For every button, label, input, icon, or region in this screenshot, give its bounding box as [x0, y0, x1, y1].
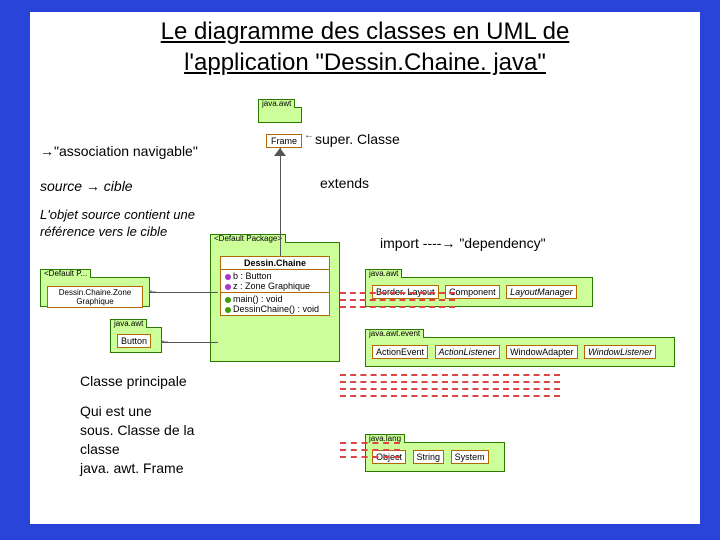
- annot-sous-l4: java. awt. Frame: [80, 460, 183, 476]
- dep-line-evt-3: [340, 388, 560, 390]
- annot-super: super. Classe: [315, 130, 400, 148]
- attr-z: z : Zone Graphique: [225, 281, 325, 291]
- slide-surface: Le diagramme des classes en UML de l'app…: [30, 12, 700, 524]
- class-dessin-chaine: Dessin.Chaine b : Button z : Zone Graphi…: [220, 256, 330, 316]
- annot-import: import ----→ "dependency": [380, 234, 546, 252]
- pkg-tab-default-left: <Default P...: [40, 269, 91, 278]
- class-action-listener: ActionListener: [435, 345, 500, 359]
- annot-sous-l2: sous. Classe de la: [80, 422, 194, 438]
- title-line-1: Le diagramme des classes en UML de: [161, 18, 570, 45]
- title-line-2: l'application "Dessin.Chaine. java": [184, 49, 546, 76]
- assoc-line-zone: [150, 292, 218, 293]
- pkg-tab-awt-event: java.awt.event: [365, 329, 424, 338]
- pkg-tab: java.awt: [258, 99, 295, 108]
- extends-arrowhead-icon: [274, 148, 286, 156]
- method-icon: [225, 297, 231, 303]
- annot-source-cible: source → cible: [40, 177, 133, 195]
- class-window-adapter: WindowAdapter: [506, 345, 578, 359]
- class-layout-manager: LayoutManager: [506, 285, 577, 299]
- dep-line-evt-2: [340, 381, 560, 383]
- pkg-default-left: <Default P... Dessin.Chaine.Zone Graphiq…: [40, 277, 150, 307]
- op-main: main() : void: [225, 294, 325, 304]
- dep-line-awt-1: [340, 292, 455, 294]
- annot-objet-l2: référence vers le cible: [40, 224, 167, 239]
- dep-line-awt-2: [340, 299, 455, 301]
- assoc-arrow-button: ←: [160, 335, 170, 346]
- op-ctor-text: DessinChaine() : void: [233, 304, 319, 314]
- class-zone-left: Dessin.Chaine.Zone Graphique: [47, 286, 143, 308]
- class-button-left: Button: [117, 334, 151, 348]
- class-system: System: [451, 450, 489, 464]
- annot-sous-l1: Qui est une: [80, 403, 152, 419]
- dep-line-lang-3: [340, 456, 400, 458]
- dep-line-evt-4: [340, 395, 560, 397]
- pkg-java-awt-event: java.awt.event ActionEvent ActionListene…: [365, 337, 675, 367]
- class-action-event: ActionEvent: [372, 345, 428, 359]
- assoc-arrow-zone: ←: [148, 285, 158, 296]
- annot-extends: extends: [320, 174, 369, 192]
- extends-line: [280, 148, 281, 256]
- pkg-tab-awt-left: java.awt: [110, 319, 147, 328]
- class-dessin-name: Dessin.Chaine: [221, 257, 329, 270]
- field-icon: [225, 284, 231, 290]
- arrow-left-super: ←: [304, 130, 314, 141]
- dep-line-evt-1: [340, 374, 560, 376]
- field-icon: [225, 274, 231, 280]
- annot-association: →"association navigable": [40, 142, 198, 160]
- slide-title: Le diagramme des classes en UML de l'app…: [30, 12, 700, 78]
- dep-line-lang-2: [340, 449, 400, 451]
- dep-line-lang-1: [340, 442, 400, 444]
- method-icon: [225, 307, 231, 313]
- pkg-tab-awt-right: java.awt: [365, 269, 402, 278]
- op-main-text: main() : void: [233, 294, 283, 304]
- op-ctor: DessinChaine() : void: [225, 304, 325, 314]
- assoc-line-button: [162, 342, 218, 343]
- attr-b: b : Button: [225, 271, 325, 281]
- annot-sousclasse: Qui est une sous. Classe de la classe ja…: [80, 402, 194, 478]
- annot-principale: Classe principale: [80, 372, 187, 390]
- pkg-java-awt-top: java.awt: [258, 107, 302, 123]
- attr-z-text: z : Zone Graphique: [233, 281, 310, 291]
- annot-objet: L'objet source contient une référence ve…: [40, 207, 195, 241]
- class-string: String: [413, 450, 445, 464]
- dep-line-awt-3: [340, 306, 455, 308]
- class-window-listener: WindowListener: [584, 345, 656, 359]
- class-frame: Frame: [266, 134, 302, 148]
- annot-objet-l1: L'objet source contient une: [40, 207, 195, 222]
- pkg-java-awt-left: java.awt Button: [110, 327, 162, 353]
- annot-sous-l3: classe: [80, 441, 120, 457]
- attr-b-text: b : Button: [233, 271, 272, 281]
- pkg-tab-default-mid: <Default Package>: [210, 234, 286, 243]
